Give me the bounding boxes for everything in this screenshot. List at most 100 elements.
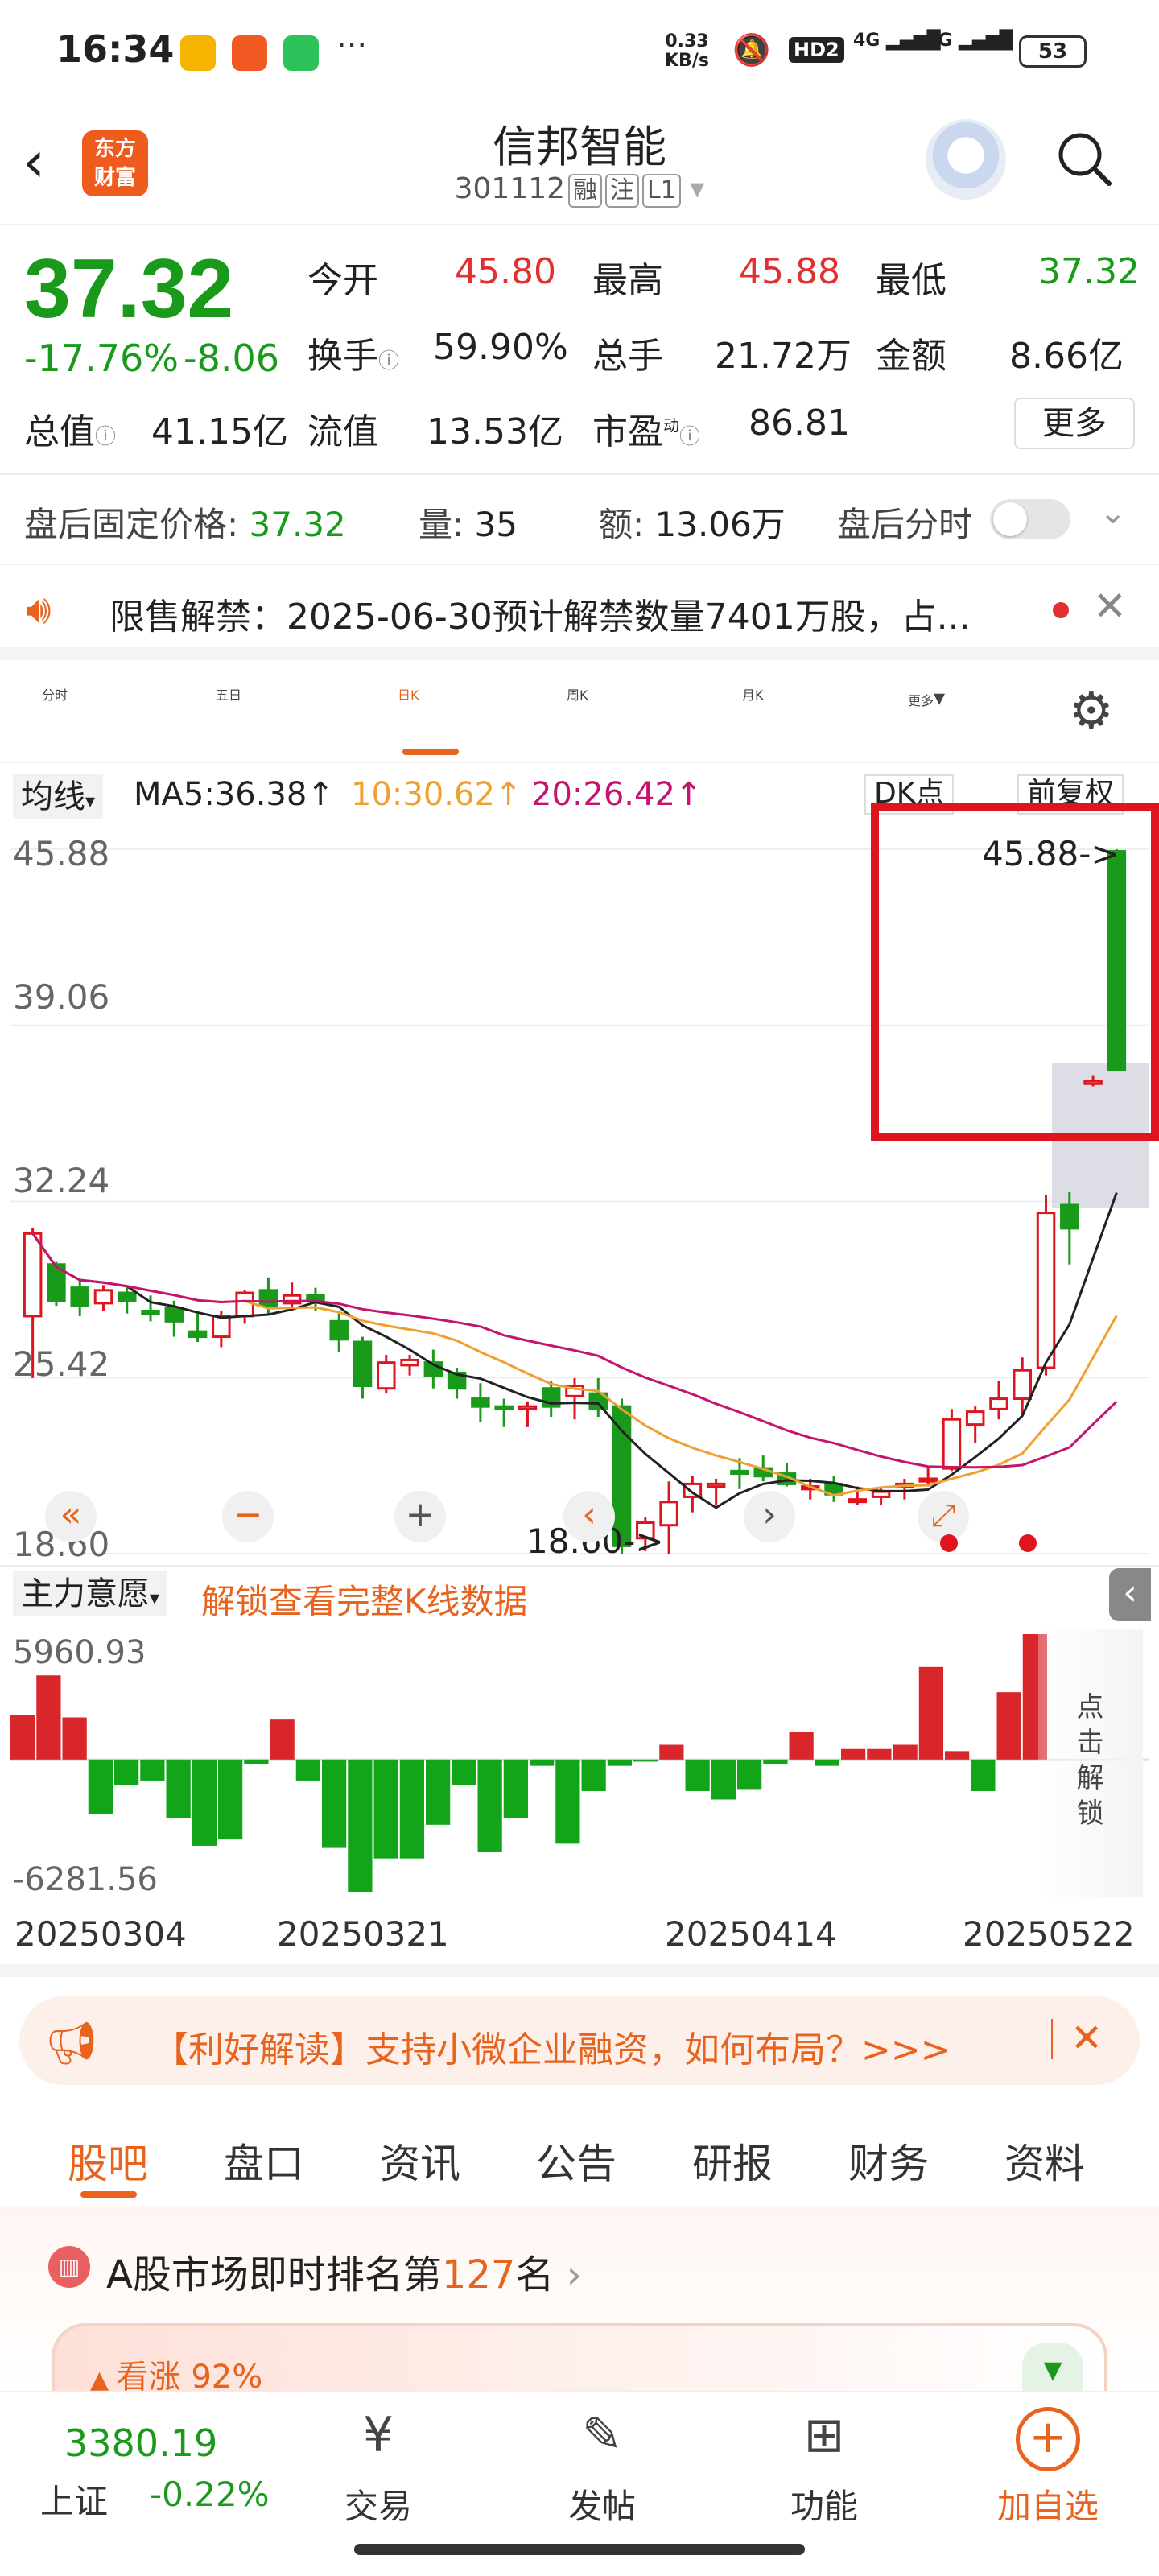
eastmoney-logo[interactable]: 东方 财富 [82,130,148,196]
more-notifications-icon: ··· [336,27,368,64]
force-bar [503,1759,528,1818]
force-bar [945,1751,970,1760]
bear-icon[interactable]: ▼ [1022,2343,1083,2391]
tab-forum[interactable]: 股吧 [68,2132,148,2190]
index-change[interactable]: -0.22% [150,2475,270,2514]
zoom-in-icon[interactable]: + [394,1491,446,1542]
mcap-value: 41.15亿 [151,411,288,452]
trade-icon[interactable]: ¥ [346,2407,410,2471]
zoom-out-icon[interactable]: − [222,1491,274,1542]
force-bar [10,1715,35,1760]
main-force-chart[interactable] [10,1626,1149,1900]
back-icon[interactable]: ‹ [23,129,45,195]
chevron-down-icon[interactable]: ⌄ [1099,494,1127,531]
collapse-panel-icon[interactable]: ‹ [1109,1568,1151,1621]
promo-text[interactable]: 【利好解读】支持小微企业融资，如何布局？>>> [153,2021,951,2072]
force-bar [192,1759,217,1846]
pe-value: 86.81 [749,402,850,444]
tab-daily-k[interactable]: 日K [398,684,419,704]
divider [1051,2019,1053,2059]
after-hours-toggle[interactable] [990,499,1070,539]
search-icon[interactable] [1056,130,1112,187]
tab-news[interactable]: 资讯 [380,2132,460,2190]
high-value: 45.88 [739,251,840,292]
volume-label: 总手 [592,336,663,377]
open-value: 45.80 [455,251,556,292]
nav-post[interactable]: 发帖 [522,2479,683,2529]
force-bar [659,1744,684,1760]
force-bar [348,1759,373,1892]
tab-monthly-k[interactable]: 月K [742,684,764,704]
prev-icon[interactable]: ‹ [563,1491,615,1542]
candle-body [329,1319,349,1341]
tab-market[interactable]: 盘口 [224,2132,304,2190]
force-bar [685,1759,710,1792]
robot-assistant-icon[interactable] [926,119,1006,200]
next-icon[interactable]: › [744,1491,795,1542]
force-bar [399,1759,424,1859]
amount-label: 金额 [876,336,947,377]
candle-body [1060,1203,1079,1230]
tag-level: L1 [642,174,681,208]
mute-icon: 🔕 [732,32,771,68]
nav-add-watchlist[interactable]: 加自选 [967,2479,1128,2529]
nav-trade[interactable]: 交易 [298,2479,459,2529]
close-icon[interactable]: ✕ [1093,583,1127,630]
tab-announcements[interactable]: 公告 [536,2132,617,2190]
nav-functions[interactable]: 功能 [744,2479,905,2529]
indicator-selector[interactable]: 主力意愿▾ [13,1571,168,1616]
scroll-left-icon[interactable]: « [45,1491,97,1542]
tab-finance[interactable]: 财务 [848,2132,929,2190]
ma-selector[interactable]: 均线▾ [13,774,104,819]
settings-gear-icon[interactable]: ⚙ [1069,681,1114,740]
notice-text[interactable]: 限售解禁：2025-06-30预计解禁数量7401万股，占... [109,588,1019,639]
signal-5g-icon: 5G ▂▄▆█ [926,31,1013,51]
ma5-value: MA5:36.38↑ [134,776,334,813]
y-tick-3: 25.42 [13,1344,110,1384]
candle-body [353,1340,373,1388]
stock-code-row[interactable]: 301112 融注 L1 ▾ [419,172,740,208]
rank-text[interactable]: A股市场即时排名第127名 › [106,2243,582,2299]
candle-body [23,1232,43,1318]
fullscreen-icon[interactable]: ⤢ [918,1491,969,1542]
force-bar [893,1744,918,1760]
vol-max: 5960.93 [13,1634,146,1671]
hd-badge: HD2 [789,37,844,63]
index-name[interactable]: 上证 [40,2475,108,2524]
candle-body [848,1498,868,1504]
tab-intraday[interactable]: 分时 [42,684,68,704]
candle-body [730,1469,749,1476]
index-value[interactable]: 3380.19 [64,2421,217,2465]
close-promo-icon[interactable]: ✕ [1070,2016,1103,2061]
active-tab-indicator [402,749,459,755]
tab-more[interactable]: 更多▾ [908,684,945,711]
home-indicator[interactable] [354,2544,805,2555]
tab-weekly-k[interactable]: 周K [567,684,588,704]
change-pct: -17.76% [24,336,179,380]
date-1: 20250321 [277,1914,449,1954]
post-icon[interactable]: ✎ [570,2407,634,2471]
force-bar [270,1719,295,1760]
add-watchlist-icon[interactable]: + [1016,2407,1080,2471]
news-app-icon [232,35,267,71]
force-bar [426,1759,451,1825]
force-bar [971,1759,996,1792]
candle-body [1013,1368,1033,1401]
tab-research[interactable]: 研报 [692,2132,773,2190]
force-bar [36,1675,61,1760]
tab-profile[interactable]: 资料 [1004,2132,1085,2190]
unlock-side-button[interactable]: 点击解锁 [1038,1629,1143,1897]
ma10-value: 10:30.62↑ [351,776,522,813]
force-bar [867,1748,892,1760]
force-bar [711,1759,736,1800]
candle-body [1036,1212,1056,1369]
candle-body [188,1330,208,1339]
unlock-link[interactable]: 解锁查看完整K线数据 [201,1575,528,1624]
force-bar [737,1759,762,1790]
functions-icon[interactable]: ⊞ [792,2407,856,2471]
y-tick-2: 32.24 [13,1161,110,1200]
candle-body [683,1482,703,1498]
force-bar [789,1732,814,1760]
tab-five-day[interactable]: 五日 [216,684,241,704]
more-quote-button[interactable]: 更多 [1014,398,1135,449]
